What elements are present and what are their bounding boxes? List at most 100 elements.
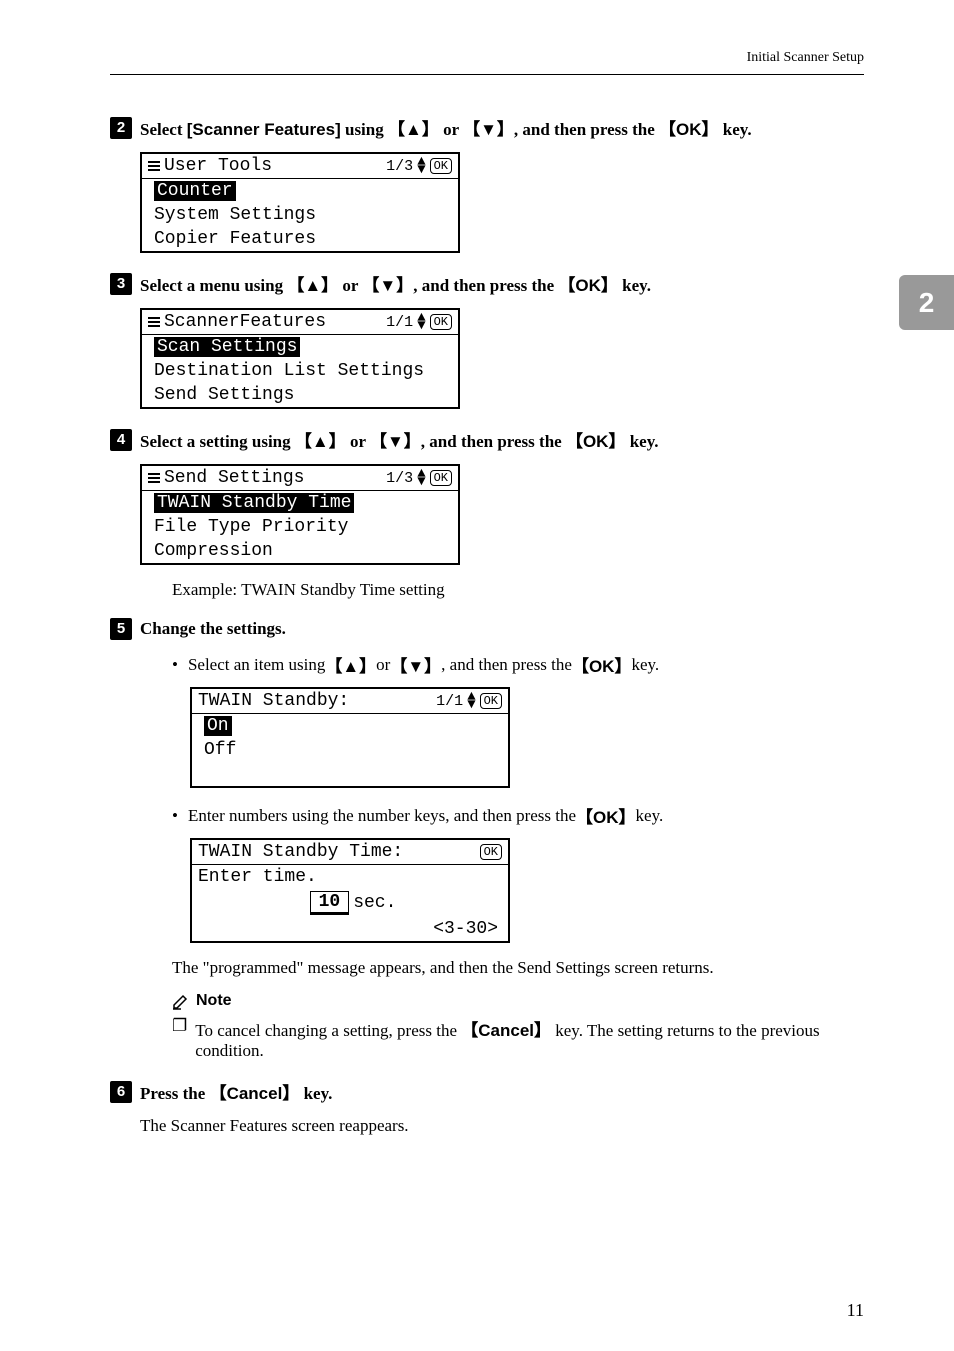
step-head: 4 Select a setting using ▲ or ▼, and the… bbox=[110, 427, 864, 452]
lcd-title-left: ScannerFeatures bbox=[148, 312, 326, 332]
lcd-row-twain-standby: TWAIN Standby Time bbox=[142, 491, 458, 515]
lcd-row-counter: Counter bbox=[142, 179, 458, 203]
step-instruction: Change the settings. bbox=[140, 619, 286, 639]
scanner-features-reappears: The Scanner Features screen reappears. bbox=[140, 1116, 864, 1136]
lcd-title-right: 1/3 ▲▼ OK bbox=[386, 470, 452, 487]
step-head: 6 Press the Cancel key. bbox=[110, 1079, 864, 1104]
lcd-row-system-settings: System Settings bbox=[142, 203, 458, 227]
t: key. bbox=[636, 806, 664, 826]
ok-badge: OK bbox=[480, 693, 502, 709]
scroll-arrows-icon: ▲▼ bbox=[417, 158, 425, 174]
t: Press the bbox=[140, 1084, 210, 1103]
ok-key: OK bbox=[572, 652, 632, 677]
ok-badge: OK bbox=[430, 470, 452, 486]
lcd-input-row: 10 sec. bbox=[192, 889, 508, 917]
step-5: 5 Change the settings. Select an item us… bbox=[110, 618, 864, 1061]
lcd-title-bar: TWAIN Standby: 1/1 ▲▼ OK bbox=[192, 689, 508, 714]
selected-item: On bbox=[204, 716, 232, 736]
step-4: 4 Select a setting using ▲ or ▼, and the… bbox=[110, 427, 864, 600]
t: Enter numbers using the number keys, and… bbox=[188, 806, 576, 826]
lcd-title-right: 1/1 ▲▼ OK bbox=[386, 314, 452, 331]
ok-key: OK bbox=[558, 276, 618, 295]
up-key: ▲ bbox=[295, 432, 346, 451]
down-key: ▼ bbox=[463, 120, 514, 139]
note-heading: Note bbox=[172, 992, 864, 1010]
note-label: Note bbox=[196, 992, 232, 1010]
lcd-scanner-features: ScannerFeatures 1/1 ▲▼ OK Scan Settings … bbox=[140, 308, 460, 409]
t: To cancel changing a setting, press the bbox=[195, 1021, 461, 1040]
ok-badge: OK bbox=[430, 158, 452, 174]
ok-badge: OK bbox=[480, 844, 502, 860]
lcd-title-right: 1/3 ▲▼ OK bbox=[386, 158, 452, 175]
scroll-arrows-icon: ▲▼ bbox=[417, 470, 425, 486]
lcd-row-file-type: File Type Priority bbox=[142, 515, 458, 539]
step-head: 5 Change the settings. bbox=[110, 618, 864, 640]
up-key: ▲ bbox=[388, 120, 439, 139]
step-2: 2 Select [Scanner Features] using ▲ or ▼… bbox=[110, 115, 864, 253]
lcd-title-bar: User Tools 1/3 ▲▼ OK bbox=[142, 154, 458, 179]
scroll-arrows-icon: ▲▼ bbox=[417, 314, 425, 330]
step-number: 5 bbox=[110, 618, 132, 640]
note-text: To cancel changing a setting, press the … bbox=[195, 1016, 864, 1061]
chapter-tab: 2 bbox=[899, 275, 954, 330]
scroll-arrows-icon: ▲▼ bbox=[467, 693, 475, 709]
lcd-title-bar: ScannerFeatures 1/1 ▲▼ OK bbox=[142, 310, 458, 335]
cancel-key: Cancel bbox=[210, 1084, 300, 1103]
lcd-row-empty bbox=[192, 762, 508, 786]
up-key: ▲ bbox=[287, 276, 338, 295]
t: , and then press the bbox=[421, 432, 566, 451]
lcd-title-text: ScannerFeatures bbox=[164, 312, 326, 332]
bullet-enter-numbers: Enter numbers using the number keys, and… bbox=[172, 803, 864, 828]
lcd-page-indicator: 1/1 bbox=[386, 314, 413, 331]
time-value: 10 bbox=[310, 891, 350, 915]
lcd-title-left: User Tools bbox=[148, 156, 272, 176]
ok-key: OK bbox=[576, 803, 636, 828]
programmed-message: The "programmed" message appears, and th… bbox=[172, 958, 864, 978]
menu-icon bbox=[148, 161, 160, 171]
t: , and then press the bbox=[514, 120, 659, 139]
page-header: Initial Scanner Setup bbox=[110, 50, 864, 75]
lcd-page-indicator: 1/3 bbox=[386, 158, 413, 175]
pencil-icon bbox=[172, 992, 190, 1010]
note-bullet: ❐ To cancel changing a setting, press th… bbox=[172, 1016, 864, 1061]
selected-item: TWAIN Standby Time bbox=[154, 493, 354, 513]
step-instruction: Select a setting using ▲ or ▼, and then … bbox=[140, 427, 659, 452]
lcd-title-right: OK bbox=[480, 844, 502, 860]
t: , and then press the bbox=[441, 655, 572, 675]
bullet-icon: ❐ bbox=[172, 1016, 187, 1061]
example-text: Example: TWAIN Standby Time setting bbox=[172, 580, 864, 600]
lcd-row-on: On bbox=[192, 714, 508, 738]
lcd-row-enter-time: Enter time. bbox=[192, 865, 508, 889]
ok-key: OK bbox=[566, 432, 626, 451]
up-key: ▲ bbox=[325, 652, 376, 677]
lcd-title-text: TWAIN Standby Time: bbox=[198, 842, 403, 862]
ok-badge: OK bbox=[430, 314, 452, 330]
t: Select a setting using bbox=[140, 432, 295, 451]
lcd-page-indicator: 1/1 bbox=[436, 693, 463, 710]
t: or bbox=[338, 276, 362, 295]
step-instruction: Select a menu using ▲ or ▼, and then pre… bbox=[140, 271, 651, 296]
lcd-twain-standby: TWAIN Standby: 1/1 ▲▼ OK On Off bbox=[190, 687, 510, 788]
step-instruction: Press the Cancel key. bbox=[140, 1079, 332, 1104]
step-3: 3 Select a menu using ▲ or ▼, and then p… bbox=[110, 271, 864, 409]
lcd-send-settings: Send Settings 1/3 ▲▼ OK TWAIN Standby Ti… bbox=[140, 464, 460, 565]
lcd-twain-standby-time: TWAIN Standby Time: OK Enter time. 10 se… bbox=[190, 838, 510, 943]
step-instruction: Select [Scanner Features] using ▲ or ▼, … bbox=[140, 115, 752, 140]
lcd-user-tools: User Tools 1/3 ▲▼ OK Counter System Sett… bbox=[140, 152, 460, 253]
step-number: 2 bbox=[110, 117, 132, 139]
step-head: 3 Select a menu using ▲ or ▼, and then p… bbox=[110, 271, 864, 296]
lcd-title-right: 1/1 ▲▼ OK bbox=[436, 693, 502, 710]
step-head: 2 Select [Scanner Features] using ▲ or ▼… bbox=[110, 115, 864, 140]
scanner-features-label: [Scanner Features] bbox=[187, 120, 341, 139]
down-key: ▼ bbox=[370, 432, 421, 451]
step-number: 4 bbox=[110, 429, 132, 451]
t: or bbox=[376, 655, 390, 675]
lcd-row-send-settings: Send Settings bbox=[142, 383, 458, 407]
lcd-title-bar: Send Settings 1/3 ▲▼ OK bbox=[142, 466, 458, 491]
t: , and then press the bbox=[413, 276, 558, 295]
lcd-row-compression: Compression bbox=[142, 539, 458, 563]
t: using bbox=[341, 120, 388, 139]
lcd-title-text: User Tools bbox=[164, 156, 272, 176]
ok-key: OK bbox=[659, 120, 719, 139]
bullet-select-item: Select an item using ▲ or ▼, and then pr… bbox=[172, 652, 864, 677]
